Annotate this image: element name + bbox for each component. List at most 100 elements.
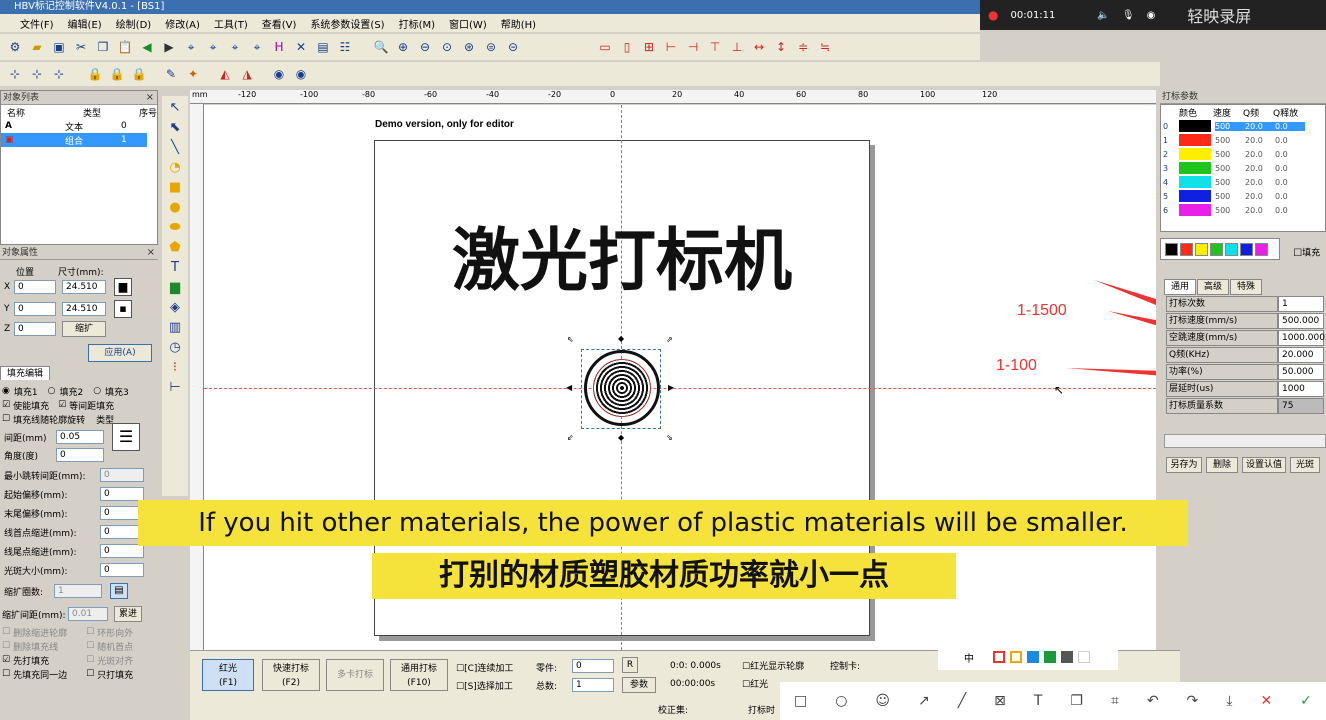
red-contour-checkbox[interactable]: ☐ — [742, 662, 750, 672]
download-icon[interactable]: ⤓ — [1226, 693, 1232, 709]
menu-item-6[interactable]: 系统参数设置(S) — [310, 16, 384, 31]
close-icon[interactable]: × — [146, 91, 154, 105]
text-tool-icon[interactable]: T — [171, 260, 179, 275]
redo-icon[interactable]: ↷ — [1187, 693, 1199, 709]
dist-h-icon[interactable]: ↔ — [750, 38, 768, 56]
table-row[interactable]: 0 500 20.0 0.0 — [1161, 119, 1325, 133]
barcode-icon[interactable]: ▥ — [169, 320, 181, 335]
z-field[interactable]: 0 — [14, 322, 56, 336]
angle-field[interactable]: 0 — [56, 448, 104, 462]
mic-icon[interactable]: 🎙 — [1122, 10, 1135, 21]
x-field[interactable]: 0 — [14, 280, 56, 294]
cumulative-button[interactable]: 累进 — [114, 606, 142, 622]
quick-mark-button[interactable]: 快速打标 (F2) — [262, 659, 320, 691]
palette-swatch[interactable] — [1255, 242, 1268, 256]
scale-button[interactable]: 缩扩 — [62, 321, 106, 337]
zoom-out-icon[interactable]: ⊖ — [416, 38, 434, 56]
cut-icon[interactable]: ✂ — [72, 38, 90, 56]
handle-bc[interactable]: ◆ — [618, 433, 624, 442]
table-row[interactable]: 2 500 20.0 0.0 — [1161, 147, 1325, 161]
table-row[interactable]: 6 500 20.0 0.0 — [1161, 203, 1325, 217]
table-row[interactable]: 3 500 20.0 0.0 — [1161, 161, 1325, 175]
zoom-in-icon[interactable]: ⊕ — [394, 38, 412, 56]
circle-icon[interactable]: ● — [169, 200, 180, 215]
polygon-icon[interactable]: ⬟ — [169, 240, 180, 255]
handle-mr[interactable]: ▶ — [668, 383, 674, 392]
delete-button[interactable]: 删除 — [1206, 457, 1238, 473]
apply-button[interactable]: 应用(A) — [88, 344, 152, 362]
node-select-icon[interactable]: ⌖ — [204, 38, 222, 56]
color-pick-icon[interactable]: ✦ — [184, 65, 202, 83]
menu-item-1[interactable]: 编辑(E) — [68, 16, 102, 31]
combine-icon[interactable]: ⊹ — [50, 65, 68, 83]
color-yellow[interactable] — [1010, 651, 1022, 663]
total-field[interactable]: 1 — [572, 678, 614, 692]
red-light2-checkbox[interactable]: ☐ — [742, 680, 750, 690]
undo-icon[interactable]: ↶ — [1147, 693, 1159, 709]
table-row[interactable]: 4 500 20.0 0.0 — [1161, 175, 1325, 189]
tools-icon[interactable]: ✕ — [292, 38, 310, 56]
align-top-icon[interactable]: ⊤ — [706, 38, 724, 56]
ellipse-icon[interactable]: ⬬ — [169, 220, 180, 235]
text-tool-icon[interactable]: T — [1034, 693, 1043, 709]
palette-swatch[interactable] — [1225, 242, 1238, 256]
vector-icon[interactable]: ◈ — [170, 300, 180, 315]
table-row[interactable]: 1 500 20.0 0.0 — [1161, 133, 1325, 147]
open-file-icon[interactable]: ▰ — [28, 38, 46, 56]
color-red[interactable] — [993, 651, 1005, 663]
param-value-field[interactable]: 1000.000 — [1278, 330, 1325, 346]
color-white[interactable] — [1078, 651, 1090, 663]
circle-tool-icon[interactable]: ○ — [835, 693, 847, 709]
color-blue[interactable] — [1027, 651, 1039, 663]
fill3-radio[interactable]: ○ — [93, 386, 101, 396]
lock-all-icon[interactable]: 🔒 — [130, 65, 148, 83]
palette-swatch[interactable] — [1210, 242, 1223, 256]
menu-item-9[interactable]: 帮助(H) — [501, 16, 536, 31]
color-gray[interactable] — [1061, 651, 1073, 663]
main-text-object[interactable]: 激光打标机 — [374, 205, 870, 304]
lock-ratio-icon[interactable]: ▆ — [114, 278, 132, 296]
lock-icon[interactable]: 🔒 — [86, 65, 104, 83]
tail-indent-field[interactable]: 0 — [100, 544, 144, 558]
red-light-button[interactable]: 红光 (F1) — [202, 659, 254, 691]
tab-advanced[interactable]: 高级 — [1197, 279, 1229, 295]
settings-icon[interactable]: ☷ — [336, 38, 354, 56]
align-v-icon[interactable]: ▯ — [618, 38, 636, 56]
fill-checkbox[interactable]: ☐ — [1293, 248, 1302, 259]
del-fill-checkbox[interactable]: ☐ — [2, 641, 10, 651]
h-icon[interactable]: H — [270, 38, 288, 56]
palette-swatch[interactable] — [1165, 242, 1178, 256]
handle-tl[interactable]: ⇖ — [567, 335, 574, 344]
wrench-icon[interactable]: ⚙ — [6, 38, 24, 56]
menu-item-4[interactable]: 工具(T) — [214, 16, 248, 31]
param-value-field[interactable]: 50.000 — [1278, 364, 1324, 380]
dist-v-icon[interactable]: ↕ — [772, 38, 790, 56]
zoom-all-icon[interactable]: ⊛ — [460, 38, 478, 56]
menu-item-5[interactable]: 查看(V) — [262, 16, 297, 31]
palette-swatch[interactable] — [1195, 242, 1208, 256]
param-value-field[interactable]: 1 — [1278, 296, 1324, 312]
spot-align-checkbox[interactable]: ☐ — [86, 655, 94, 665]
spot-button[interactable]: 光斑 — [1290, 457, 1320, 473]
image-icon[interactable]: ▆ — [170, 280, 180, 295]
line-icon[interactable]: ╲ — [171, 140, 179, 155]
list-item[interactable]: ▣ 组合 1 — [1, 133, 147, 147]
paste-icon[interactable]: 📋 — [116, 38, 134, 56]
align-h-icon[interactable]: ▭ — [596, 38, 614, 56]
list-item[interactable]: A 文本 0 — [1, 119, 157, 133]
node-add-icon[interactable]: ⌖ — [248, 38, 266, 56]
handle-tc[interactable]: ◆ — [618, 334, 624, 343]
y-field[interactable]: 0 — [14, 302, 56, 316]
rotate-fill-checkbox[interactable]: ☐ — [2, 414, 10, 424]
save-as-button[interactable]: 另存为 — [1166, 457, 1202, 473]
timer-icon[interactable]: ◷ — [169, 340, 180, 355]
multi-mark-button[interactable]: 多卡打标 — [326, 659, 384, 691]
lang-selector[interactable]: 中 — [964, 650, 974, 665]
handle-br[interactable]: ⇘ — [666, 433, 673, 442]
grid-icon[interactable]: ⊞ — [640, 38, 658, 56]
param-button[interactable]: 参数 — [622, 677, 656, 693]
handle-ml[interactable]: ◀ — [566, 383, 572, 392]
close-icon[interactable]: × — [147, 246, 155, 260]
curve-icon[interactable]: ◔ — [169, 160, 180, 175]
reset-button[interactable]: R — [622, 657, 638, 673]
